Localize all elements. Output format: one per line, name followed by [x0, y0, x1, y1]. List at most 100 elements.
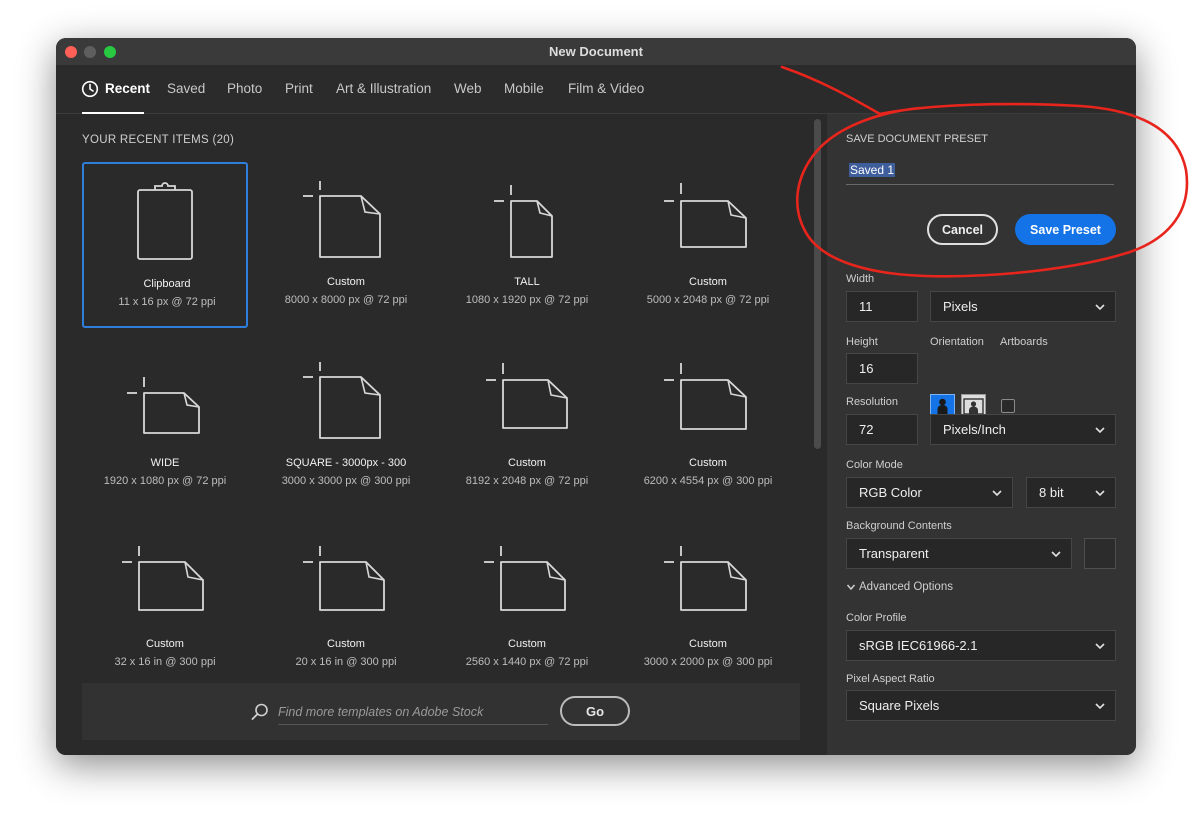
recent-items-title: YOUR RECENT ITEMS: [82, 134, 209, 146]
cancel-button[interactable]: Cancel: [927, 214, 998, 245]
tile-name: Custom: [689, 638, 727, 650]
height-input[interactable]: 16: [846, 353, 918, 384]
preset-name-value: Saved 1: [849, 163, 896, 177]
resolution-unit-value: Pixels/Inch: [943, 422, 1006, 437]
pixel-aspect-ratio-label: Pixel Aspect Ratio: [846, 673, 935, 685]
tile-size: 1080 x 1920 px @ 72 ppi: [465, 294, 589, 306]
tile-name: Custom: [689, 457, 727, 469]
tile-name: TALL: [514, 276, 540, 288]
chevron-down-icon: [1095, 490, 1105, 497]
save-preset-button[interactable]: Save Preset: [1015, 214, 1116, 245]
color-profile-select[interactable]: sRGB IEC61966-2.1: [846, 630, 1116, 661]
chevron-down-icon: [1095, 643, 1105, 650]
tile-name: WIDE: [150, 457, 180, 469]
tile-name: Custom: [689, 276, 727, 288]
orientation-label: Orientation: [930, 336, 984, 348]
preset-details-panel: SAVE DOCUMENT PRESET Saved 1 Cancel Save…: [827, 114, 1136, 755]
background-contents-label: Background Contents: [846, 520, 952, 532]
chevron-down-icon: [992, 490, 1002, 497]
preset-tile-clipboard[interactable]: Clipboard 11 x 16 px @ 72 ppi: [82, 162, 248, 328]
color-mode-select[interactable]: RGB Color: [846, 477, 1013, 508]
stock-search-input[interactable]: [278, 700, 548, 725]
tab-print[interactable]: Print: [285, 81, 313, 96]
bit-depth-value: 8 bit: [1039, 485, 1064, 500]
preset-category-tabs: Recent Saved Photo Print Art & Illustrat…: [56, 65, 1136, 114]
tile-size: 3000 x 2000 px @ 300 ppi: [643, 656, 773, 668]
width-label: Width: [846, 273, 875, 285]
artboards-label: Artboards: [1000, 336, 1048, 348]
bit-depth-select[interactable]: 8 bit: [1026, 477, 1116, 508]
chevron-down-icon: [1095, 703, 1105, 710]
tile-size: 5000 x 2048 px @ 72 ppi: [646, 294, 770, 306]
search-icon: [251, 703, 268, 720]
tab-art-illustration[interactable]: Art & Illustration: [336, 81, 431, 96]
background-contents-select[interactable]: Transparent: [846, 538, 1072, 569]
tile-size: 11 x 16 px @ 72 ppi: [118, 296, 216, 308]
chevron-down-icon: [1095, 304, 1105, 311]
background-color-swatch[interactable]: [1084, 538, 1116, 569]
tab-recent[interactable]: Recent: [105, 81, 150, 96]
chevron-down-icon: [1095, 427, 1105, 434]
go-button[interactable]: Go: [560, 696, 630, 726]
resolution-label: Resolution: [846, 396, 898, 408]
recent-items-scrollbar[interactable]: [814, 119, 821, 449]
color-mode-value: RGB Color: [859, 485, 922, 500]
tab-mobile[interactable]: Mobile: [504, 81, 544, 96]
pixel-aspect-ratio-value: Square Pixels: [859, 698, 940, 713]
chevron-down-icon: [846, 584, 856, 591]
preset-tile[interactable]: Custom 2560 x 1440 px @ 72 ppi: [444, 524, 610, 690]
width-input[interactable]: 11: [846, 291, 918, 322]
recent-items-count: (20): [212, 134, 235, 146]
preset-tile[interactable]: Custom 6200 x 4554 px @ 300 ppi: [625, 343, 791, 509]
preset-tile[interactable]: Custom 20 x 16 in @ 300 ppi: [263, 524, 429, 690]
tile-size: 8000 x 8000 px @ 72 ppi: [284, 294, 408, 306]
preset-tile[interactable]: Custom 32 x 16 in @ 300 ppi: [82, 524, 248, 690]
clock-icon: [81, 80, 99, 98]
tile-name: Custom: [508, 638, 546, 650]
tile-size: 8192 x 2048 px @ 72 ppi: [465, 475, 589, 487]
tab-photo[interactable]: Photo: [227, 81, 262, 96]
tile-size: 1920 x 1080 px @ 72 ppi: [103, 475, 227, 487]
tab-film-video[interactable]: Film & Video: [568, 81, 644, 96]
chevron-down-icon: [1051, 551, 1061, 558]
preset-tile[interactable]: Custom 8192 x 2048 px @ 72 ppi: [444, 343, 610, 509]
tile-name: Custom: [146, 638, 184, 650]
pixel-aspect-ratio-select[interactable]: Square Pixels: [846, 690, 1116, 721]
advanced-options-toggle[interactable]: Advanced Options: [846, 581, 953, 593]
advanced-options-label: Advanced Options: [859, 581, 953, 593]
tile-name: Custom: [327, 638, 365, 650]
color-mode-label: Color Mode: [846, 459, 903, 471]
color-profile-value: sRGB IEC61966-2.1: [859, 638, 978, 653]
new-document-dialog: New Document Recent Saved Photo Print Ar…: [56, 38, 1136, 755]
tile-name: Clipboard: [143, 278, 191, 290]
color-profile-label: Color Profile: [846, 612, 907, 624]
tile-name: SQUARE - 3000px - 300: [285, 457, 407, 469]
window-title: New Document: [549, 44, 643, 59]
preset-tile[interactable]: Custom 3000 x 2000 px @ 300 ppi: [625, 524, 791, 690]
preset-tile-tall[interactable]: TALL 1080 x 1920 px @ 72 ppi: [444, 162, 610, 328]
preset-tile[interactable]: Custom 5000 x 2048 px @ 72 ppi: [625, 162, 791, 328]
width-unit-select[interactable]: Pixels: [930, 291, 1116, 322]
tab-saved[interactable]: Saved: [167, 81, 205, 96]
adobe-stock-search-bar: Go: [82, 683, 800, 740]
preset-name-input[interactable]: Saved 1: [846, 158, 1114, 185]
tile-name: Custom: [327, 276, 365, 288]
preset-tile-wide[interactable]: WIDE 1920 x 1080 px @ 72 ppi: [82, 343, 248, 509]
save-preset-heading: SAVE DOCUMENT PRESET: [846, 133, 989, 145]
artboards-checkbox[interactable]: [1001, 399, 1015, 413]
resolution-unit-select[interactable]: Pixels/Inch: [930, 414, 1116, 445]
title-bar: New Document: [56, 38, 1136, 65]
tile-name: Custom: [508, 457, 546, 469]
tile-size: 6200 x 4554 px @ 300 ppi: [643, 475, 773, 487]
tile-size: 3000 x 3000 px @ 300 ppi: [281, 475, 411, 487]
tile-size: 20 x 16 in @ 300 ppi: [295, 656, 397, 668]
resolution-input[interactable]: 72: [846, 414, 918, 445]
preset-tile-square[interactable]: SQUARE - 3000px - 300 3000 x 3000 px @ 3…: [263, 343, 429, 509]
preset-tile[interactable]: Custom 8000 x 8000 px @ 72 ppi: [263, 162, 429, 328]
height-label: Height: [846, 336, 878, 348]
background-contents-value: Transparent: [859, 546, 929, 561]
tile-size: 2560 x 1440 px @ 72 ppi: [465, 656, 589, 668]
tile-size: 32 x 16 in @ 300 ppi: [114, 656, 216, 668]
tab-web[interactable]: Web: [454, 81, 482, 96]
recent-items-header: YOUR RECENT ITEMS (20): [82, 134, 234, 146]
